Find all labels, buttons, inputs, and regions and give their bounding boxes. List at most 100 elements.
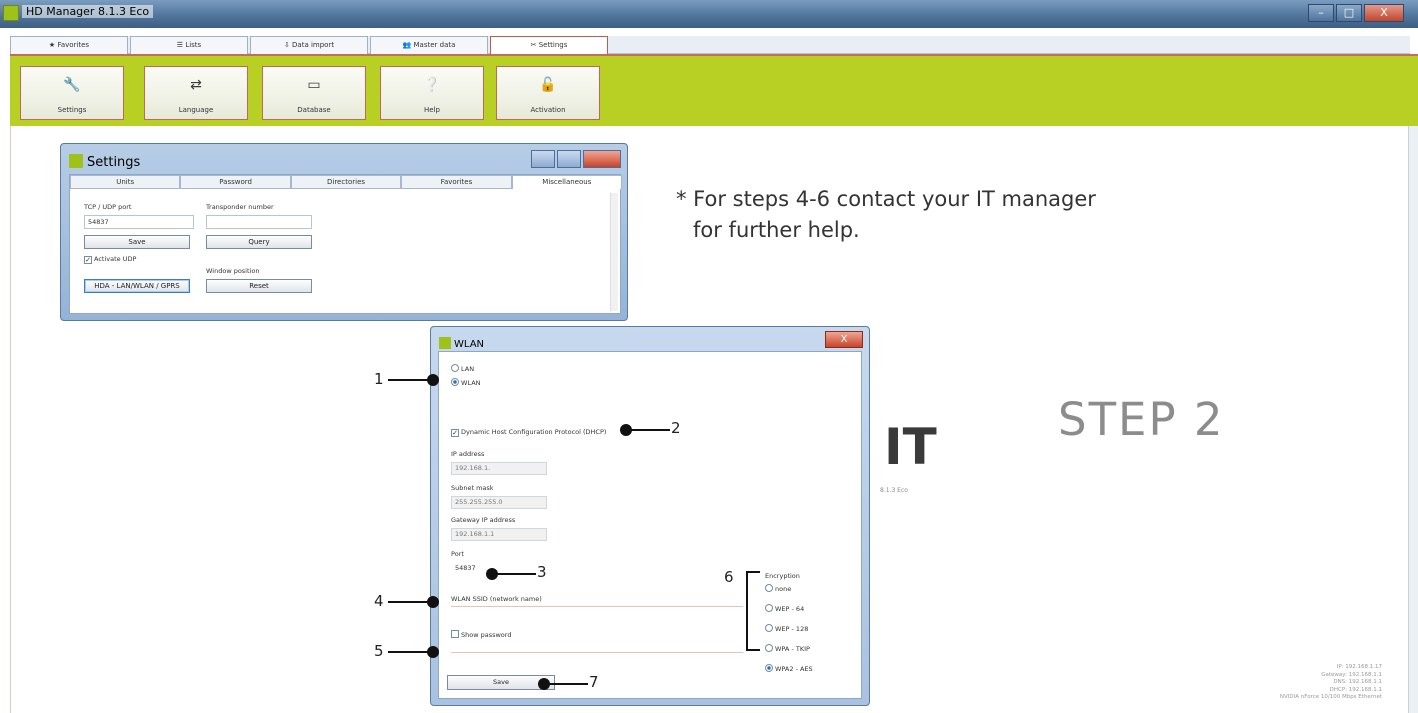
- tab-directories[interactable]: Directories: [290, 175, 402, 189]
- gateway-label: Gateway IP address: [451, 516, 516, 524]
- vertical-scrollbar[interactable]: [1408, 126, 1418, 713]
- dialog-title-text: Settings: [87, 155, 141, 170]
- callout-1: 1: [374, 370, 384, 388]
- ribbon-label: Settings: [57, 106, 87, 114]
- tab-settings[interactable]: ✂ Settings: [490, 36, 608, 55]
- ribbon-activation-button[interactable]: 🔓 Activation: [496, 66, 600, 120]
- tab-label: Master data: [413, 41, 456, 49]
- ssid-input[interactable]: [451, 606, 743, 607]
- callout-bracket: [746, 571, 760, 651]
- encryption-option[interactable]: WPA - TKIP: [765, 644, 810, 653]
- transponder-label: Transponder number: [206, 203, 274, 211]
- encryption-option[interactable]: WEP - 64: [765, 604, 804, 613]
- gateway-input[interactable]: 192.168.1.1: [451, 528, 547, 541]
- tcp-port-input[interactable]: 54837: [84, 215, 194, 229]
- settings-dialog-title: Settings: [69, 154, 140, 170]
- wlan-radio[interactable]: WLAN: [451, 378, 481, 387]
- wlan-dialog: WLAN X LAN WLAN ✓ Dynamic Host Configurat…: [430, 326, 870, 706]
- callout-line: [388, 651, 432, 653]
- save-button[interactable]: Save: [84, 235, 190, 249]
- subnet-mask-input[interactable]: 255.255.255.0: [451, 496, 547, 509]
- port-input[interactable]: 54837: [451, 562, 491, 575]
- radio-icon: [765, 584, 773, 592]
- activate-udp-checkbox[interactable]: ✓ Activate UDP: [84, 255, 136, 264]
- settings-icon: ✂: [530, 41, 539, 49]
- checkbox-checked-icon: ✓: [451, 429, 459, 437]
- radio-selected-icon: [451, 378, 459, 386]
- radio-label: WEP - 128: [775, 625, 809, 633]
- tab-favorites[interactable]: ★ Favorites: [10, 36, 128, 54]
- close-button[interactable]: X: [825, 331, 863, 348]
- encryption-option[interactable]: WEP - 128: [765, 624, 808, 633]
- checkbox-checked-icon: ✓: [84, 256, 92, 264]
- callout-3: 3: [537, 563, 547, 581]
- ribbon-help-button[interactable]: ❔ Help: [380, 66, 484, 120]
- app-logo-icon: [439, 337, 451, 349]
- maximize-button[interactable]: □: [1336, 4, 1362, 22]
- tab-miscellaneous[interactable]: Miscellaneous: [511, 175, 623, 189]
- minimize-button[interactable]: –: [1308, 4, 1334, 22]
- ribbon-label: Help: [424, 106, 440, 114]
- ribbon-language-button[interactable]: ⇄ Language: [144, 66, 248, 120]
- dialog-title-text: WLAN: [454, 339, 485, 350]
- wlan-dialog-title: WLAN: [439, 337, 484, 350]
- checkbox-label: Dynamic Host Configuration Protocol (DHC…: [461, 428, 607, 436]
- tab-label: Settings: [538, 41, 568, 49]
- tab-data-import[interactable]: ⇩ Data import: [250, 36, 368, 54]
- ribbon-toolbar: 🔧 Settings ⇄ Language ▭ Database ❔ Help 🔓 Act…: [10, 54, 1418, 126]
- ribbon-settings-button[interactable]: 🔧 Settings: [20, 66, 124, 120]
- callout-dot: [427, 596, 439, 608]
- callout-line: [548, 683, 588, 685]
- tab-units[interactable]: Units: [70, 175, 181, 189]
- tab-lists[interactable]: ☰ Lists: [130, 36, 248, 54]
- show-password-checkbox[interactable]: Show password: [451, 630, 511, 639]
- main-tab-bar: ★ Favorites ☰ Lists ⇩ Data import 👥 Mast…: [10, 36, 1410, 55]
- network-info-line: IP: 192.168.1.17: [1336, 664, 1382, 670]
- network-info-line: Gateway: 192.168.1.1: [1321, 671, 1382, 678]
- note-line: * For steps 4-6 contact your IT manager: [676, 187, 1096, 211]
- app-logo-icon: [3, 5, 19, 21]
- settings-dialog-body: Units Password Directories Favorites Mis…: [69, 174, 623, 314]
- lan-radio[interactable]: LAN: [451, 364, 474, 373]
- database-icon: ▭: [307, 77, 321, 93]
- import-icon: ⇩: [283, 41, 293, 49]
- close-button[interactable]: [583, 150, 621, 168]
- password-input[interactable]: [451, 652, 743, 653]
- tab-master-data[interactable]: 👥 Master data: [370, 36, 488, 54]
- transponder-input[interactable]: [206, 215, 312, 229]
- settings-scrollbar[interactable]: [610, 193, 618, 311]
- maximize-button[interactable]: [557, 150, 581, 168]
- tab-favorites[interactable]: Favorites: [401, 175, 512, 189]
- radio-icon: [765, 644, 773, 652]
- unlock-icon: 🔓: [539, 77, 557, 93]
- dhcp-checkbox[interactable]: ✓ Dynamic Host Configuration Protocol (DH…: [451, 428, 606, 437]
- encryption-option-selected[interactable]: WPA2 - AES: [765, 664, 813, 673]
- callout-4: 4: [374, 592, 384, 610]
- settings-dialog: Settings Units Password Directories Favo…: [60, 143, 628, 321]
- callout-7: 7: [589, 673, 599, 691]
- hda-lan-wlan-gprs-button[interactable]: HDA - LAN/WLAN / GPRS: [84, 279, 190, 293]
- checkbox-icon: [451, 630, 459, 638]
- ribbon-database-button[interactable]: ▭ Database: [262, 66, 366, 120]
- app-title-bar: HD Manager 8.1.3 Eco – □ X: [0, 0, 1418, 28]
- network-info-line: NVIDIA nForce 10/100 Mbps Ethernet: [1279, 694, 1382, 700]
- close-button[interactable]: X: [1364, 4, 1404, 22]
- reset-button[interactable]: Reset: [206, 279, 312, 293]
- step-label: STEP 2: [1058, 393, 1225, 446]
- minimize-button[interactable]: [531, 150, 555, 168]
- radio-label: WLAN: [461, 379, 481, 387]
- encryption-option[interactable]: none: [765, 584, 791, 593]
- window-controls: – □ X: [1308, 4, 1404, 22]
- callout-line: [496, 573, 536, 575]
- query-button[interactable]: Query: [206, 235, 312, 249]
- it-manager-note: * For steps 4-6 contact your IT manager …: [676, 184, 1096, 246]
- tab-label: Data import: [292, 41, 335, 49]
- network-info: IP: 192.168.1.17 Gateway: 192.168.1.1 DN…: [1280, 664, 1382, 702]
- wlan-dialog-body: LAN WLAN ✓ Dynamic Host Configuration Pro…: [438, 351, 862, 699]
- callout-line: [630, 429, 670, 431]
- tab-password[interactable]: Password: [180, 175, 291, 189]
- ip-address-input[interactable]: 192.168.1.: [451, 462, 547, 475]
- radio-label: LAN: [461, 365, 475, 373]
- network-info-line: DHCP: 192.168.1.1: [1329, 686, 1382, 693]
- background-version: 8.1.3 Eco: [880, 487, 908, 494]
